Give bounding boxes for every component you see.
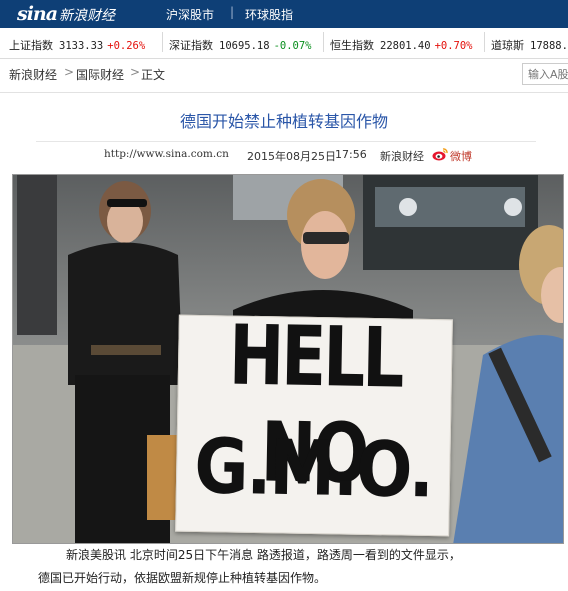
title-divider (36, 141, 536, 142)
breadcrumb-item-current: 正文 (141, 68, 166, 82)
logo-sina-text: sina (17, 3, 58, 25)
ticker-item-dowjones[interactable]: 道琼斯 17888. (491, 37, 568, 53)
ticker-item-hangseng[interactable]: 恒生指数 22801.40 +0.70% (330, 37, 473, 53)
stock-search-input[interactable] (522, 63, 568, 85)
ticker-value: 22801.40 (380, 40, 431, 52)
nav-separator: | (230, 5, 235, 19)
article-photo: HELL NO G.M.O. (12, 174, 564, 544)
nav-item-hushen-stocks[interactable]: 沪深股市 (166, 6, 214, 23)
ticker-change: -0.07% (273, 40, 312, 52)
article-source[interactable]: 新浪财经 (380, 148, 424, 164)
ticker-name: 深证指数 (169, 39, 213, 52)
ticker-value: 10695.18 (219, 40, 270, 52)
breadcrumb-arrow: > (130, 65, 141, 79)
ticker-value: 3133.33 (59, 40, 104, 52)
weibo-icon[interactable] (432, 147, 448, 161)
ticker-name: 道琼斯 (491, 39, 524, 52)
article-paragraph-line1: 新浪美股讯 北京时间25日下午消息 路透报道，路透周一看到的文件显示， (66, 548, 461, 562)
ticker-item-shenzhen[interactable]: 深证指数 10695.18 -0.07% (169, 37, 312, 53)
breadcrumb-item-sina-finance[interactable]: 新浪财经 (9, 66, 57, 83)
ticker-value: 17888. (530, 40, 568, 52)
weibo-label[interactable]: 微博 (450, 148, 472, 164)
nav-item-global-indices[interactable]: 环球股指 (245, 6, 293, 23)
article-paragraph-line2: 德国已开始行动，依据欧盟新规停止种植转基因作物。 (38, 571, 327, 585)
ticker-divider (323, 32, 324, 52)
breadcrumb-arrow: > (64, 65, 75, 79)
logo-caijing-text: 新浪财经 (59, 8, 116, 24)
publish-time: 17:56 (335, 148, 367, 161)
top-nav-bar: sina 新浪财经 沪深股市 | 环球股指 (0, 0, 568, 28)
breadcrumb: 新浪财经 > 国际财经 > 正文 (0, 59, 568, 93)
ticker-item-shanghai[interactable]: 上证指数 3133.33 +0.26% (9, 37, 145, 53)
sign-text-line2: G.M.O. (193, 422, 433, 515)
source-url[interactable]: http://www.sina.com.cn (104, 148, 229, 160)
ticker-divider (162, 32, 163, 52)
article-title: 德国开始禁止种植转基因作物 (179, 112, 388, 131)
breadcrumb-item-intl-finance[interactable]: 国际财经 (76, 66, 124, 83)
ticker-change: +0.70% (434, 40, 473, 52)
sina-finance-logo[interactable]: sina 新浪财经 (17, 3, 115, 25)
ticker-name: 上证指数 (9, 39, 53, 52)
ticker-name: 恒生指数 (330, 39, 374, 52)
ticker-change: +0.26% (107, 40, 146, 52)
publish-date: 2015年08月25日 (247, 150, 336, 163)
market-ticker: 上证指数 3133.33 +0.26% 深证指数 10695.18 -0.07% 恒生指… (0, 28, 568, 59)
ticker-divider (484, 32, 485, 52)
protest-sign: HELL NO G.M.O. (175, 307, 453, 537)
